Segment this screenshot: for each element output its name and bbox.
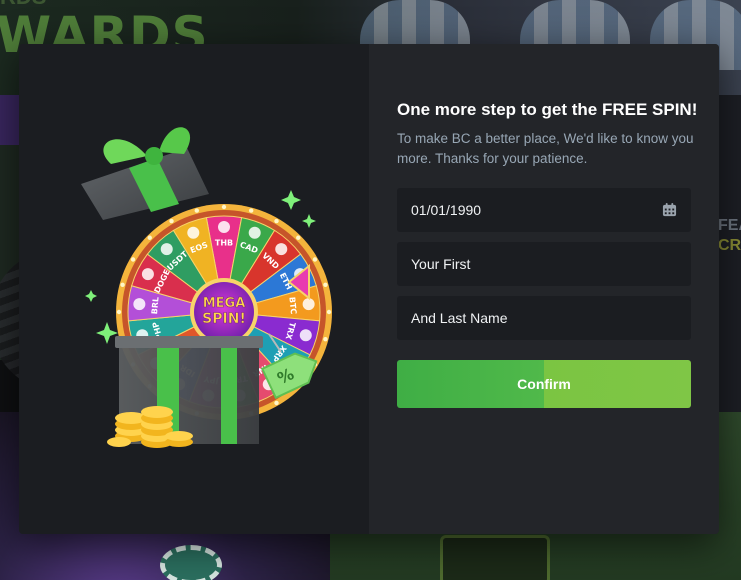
wheel-bulb xyxy=(323,282,328,288)
calendar-icon[interactable] xyxy=(662,202,677,217)
background-promo-text-top: FEA xyxy=(718,217,741,234)
last-name-value: And Last Name xyxy=(411,310,508,326)
birthdate-field[interactable]: 01/01/1990 xyxy=(397,188,691,232)
wheel-bulb xyxy=(326,309,332,315)
modal-form-panel: One more step to get the FREE SPIN! To m… xyxy=(369,44,719,534)
confirm-button[interactable]: Confirm xyxy=(397,360,691,408)
currency-coin-icon xyxy=(133,298,146,311)
wheel-bulb xyxy=(147,235,152,240)
wheel-center-title-top: MEGA xyxy=(203,296,246,311)
wheel-center-title-bottom: SPIN! xyxy=(202,311,246,327)
background-promo-text-bottom: CR xyxy=(718,237,741,254)
wheel-bulb xyxy=(248,208,254,213)
wheel-bulb xyxy=(312,257,318,262)
wheel-bulb xyxy=(274,218,279,224)
wheel-bulb xyxy=(130,257,136,262)
wheel-bulb xyxy=(194,208,200,213)
currency-coin-icon xyxy=(160,243,173,256)
mega-spin-illustration: THBCADVNDETHBTCTRXXRPINRTRTLJPYIDRRPPHPB… xyxy=(81,127,332,448)
currency-coin-icon xyxy=(187,226,200,239)
currency-coin-icon xyxy=(299,329,312,342)
last-name-field[interactable]: And Last Name xyxy=(397,296,691,340)
currency-coin-icon xyxy=(141,268,154,281)
wheel-bulb xyxy=(221,204,227,210)
background-scoreboard xyxy=(440,535,550,580)
modal-title: One more step to get the FREE SPIN! xyxy=(397,100,698,119)
currency-coin-icon xyxy=(302,298,315,311)
wheel-bulb xyxy=(169,218,174,224)
currency-coin-icon xyxy=(248,226,261,239)
modal-illustration-panel: THBCADVNDETHBTCTRXXRPINRTRTLJPYIDRRPPHPB… xyxy=(19,44,369,534)
modal-subtitle: To make BC a better place, We'd like to … xyxy=(397,131,694,166)
currency-coin-icon xyxy=(275,243,288,256)
background-promo-text: FEA CR xyxy=(718,216,741,256)
wheel-bulb xyxy=(120,282,125,288)
wheel-bulb xyxy=(323,336,328,342)
wheel-segment-label: THB xyxy=(215,239,233,248)
free-spin-modal: THBCADVNDETHBTCTRXXRPINRTRTLJPYIDRRPPHPB… xyxy=(19,44,719,534)
first-name-value: Your First xyxy=(411,256,471,272)
wheel-bulb xyxy=(274,400,279,406)
background-casino-chip xyxy=(160,545,222,580)
background-band xyxy=(0,95,20,145)
first-name-field[interactable]: Your First xyxy=(397,242,691,286)
birthdate-value: 01/01/1990 xyxy=(411,202,482,218)
gift-lid-icon xyxy=(81,127,209,220)
wheel-bulb xyxy=(296,235,301,240)
currency-coin-icon xyxy=(218,221,230,233)
wheel-segment-label: BTC xyxy=(287,297,298,315)
wheel-bulb xyxy=(116,309,122,315)
wheel-segment-label: BRL xyxy=(150,297,161,315)
